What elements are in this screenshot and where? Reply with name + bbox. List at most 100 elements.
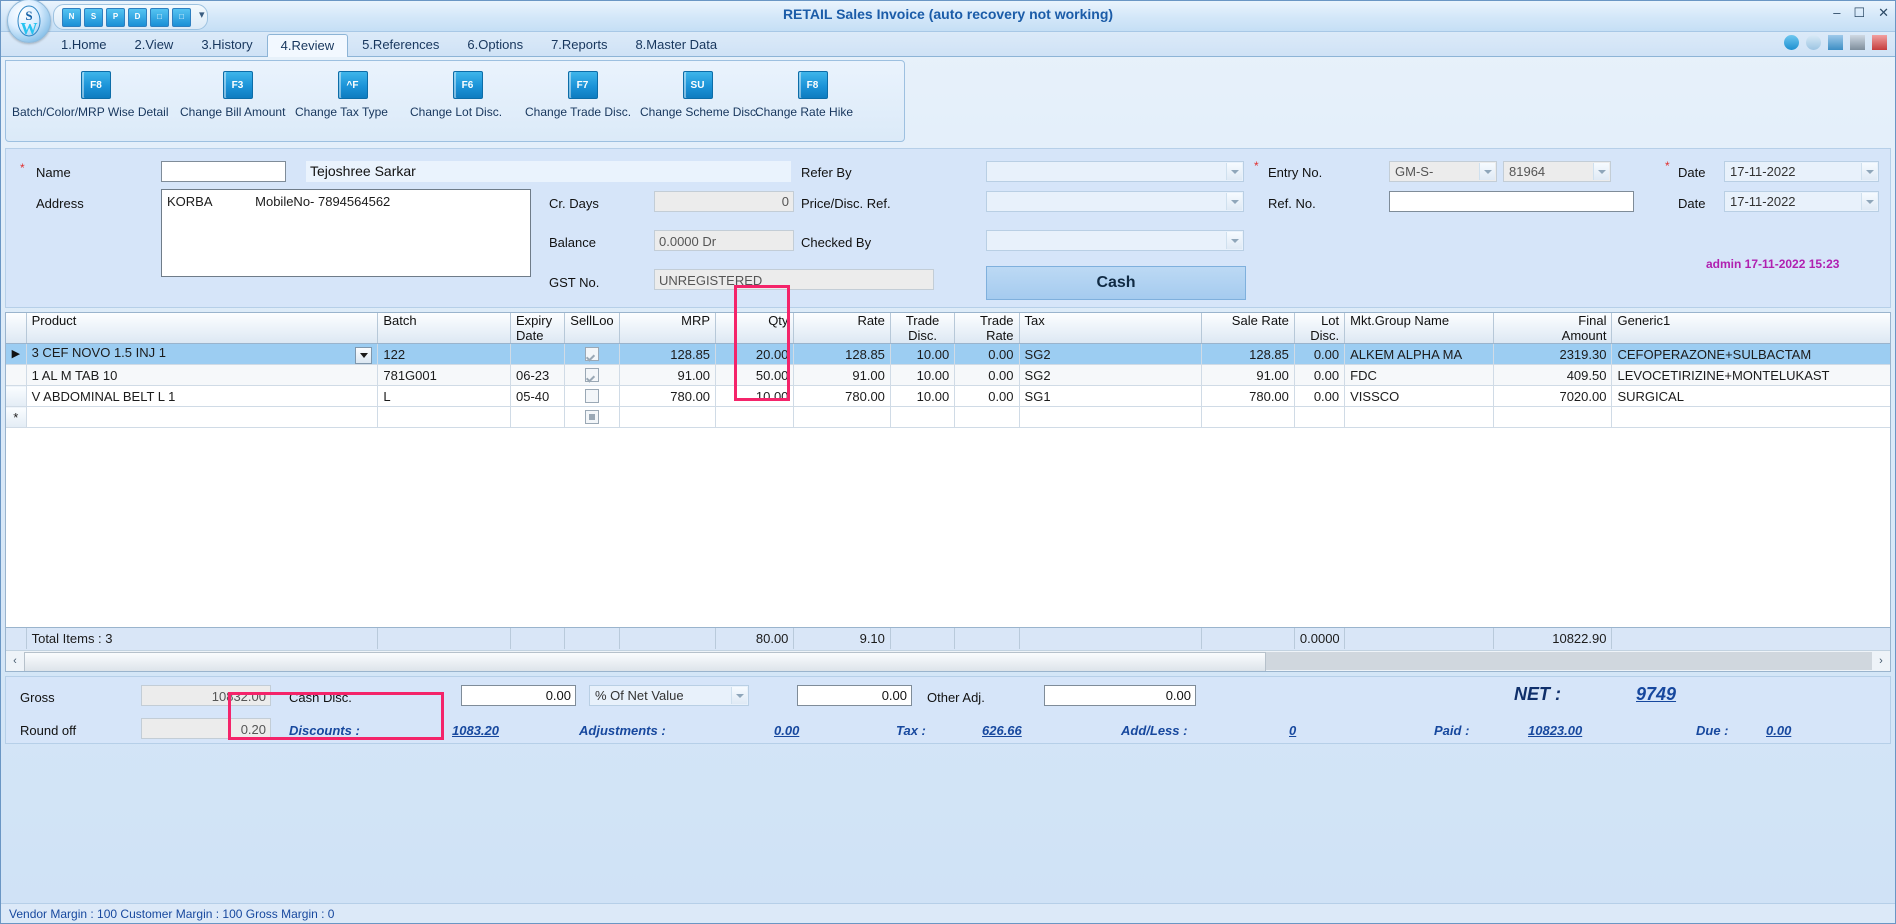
- grid-col-final-amount[interactable]: Final Amount: [1493, 313, 1613, 344]
- cell-tax[interactable]: SG2: [1019, 364, 1203, 386]
- chevron-down-icon[interactable]: [1479, 163, 1495, 180]
- entry-no-value-combo[interactable]: 81964: [1503, 161, 1611, 182]
- printer-icon[interactable]: [1850, 35, 1865, 50]
- help-icon[interactable]: [1784, 35, 1799, 50]
- cell-rate[interactable]: 91.00: [793, 364, 891, 386]
- scroll-left-icon[interactable]: ‹: [6, 655, 24, 667]
- cell-trade-disc[interactable]: 10.00: [890, 343, 956, 365]
- minimize-button[interactable]: –: [1833, 5, 1840, 21]
- close-button[interactable]: ✕: [1878, 5, 1889, 21]
- grid-col-sale-rate[interactable]: Sale Rate: [1201, 313, 1295, 344]
- cell-expiry[interactable]: [510, 343, 566, 365]
- other-adj-input[interactable]: [1044, 685, 1196, 706]
- cell-qty[interactable]: 10.00: [715, 385, 795, 407]
- cell-generic1-new[interactable]: [1611, 406, 1890, 428]
- add-less-value[interactable]: 0: [1289, 723, 1296, 738]
- cell-final-amount[interactable]: 2319.30: [1493, 343, 1613, 365]
- cell-trade-rate[interactable]: 0.00: [954, 343, 1020, 365]
- maximize-button[interactable]: ☐: [1853, 5, 1865, 21]
- cell-tax[interactable]: SG2: [1019, 343, 1203, 365]
- cell-sellloose[interactable]: [564, 364, 620, 386]
- cash-disc-amount-input[interactable]: [797, 685, 912, 706]
- cell-trade-rate-new[interactable]: [954, 406, 1020, 428]
- cell-sale-rate-new[interactable]: [1201, 406, 1295, 428]
- refer-by-combo[interactable]: [986, 161, 1244, 182]
- ribbon-button-change-lot-disc[interactable]: F6 Change Lot Disc.: [410, 71, 525, 119]
- grid-col-lot-disc[interactable]: Lot Disc.: [1294, 313, 1346, 344]
- cell-mkt-group[interactable]: ALKEM ALPHA MA: [1344, 343, 1494, 365]
- grid-col-mkt-group-name[interactable]: Mkt.Group Name: [1344, 313, 1494, 344]
- adjustments-value[interactable]: 0.00: [774, 723, 799, 738]
- address-textarea[interactable]: KORBA MobileNo- 7894564562: [161, 189, 531, 277]
- cell-qty[interactable]: 50.00: [715, 364, 795, 386]
- cell-trade-rate[interactable]: 0.00: [954, 364, 1020, 386]
- table-row[interactable]: ▶ 3 CEF NOVO 1.5 INJ 1 122 128.85 20.00 …: [6, 343, 1890, 365]
- tax-value[interactable]: 626.66: [982, 723, 1022, 738]
- grid-col-trade-rate[interactable]: Trade Rate: [954, 313, 1020, 344]
- checked-by-combo[interactable]: [986, 230, 1244, 251]
- ribbon-button-change-scheme-disc[interactable]: SU Change Scheme Disc.: [640, 71, 759, 119]
- chevron-down-icon[interactable]: [1861, 163, 1877, 180]
- chevron-down-icon[interactable]: [1226, 163, 1242, 180]
- save-icon[interactable]: [1828, 35, 1843, 50]
- cell-mrp-new[interactable]: [619, 406, 717, 428]
- cell-mrp[interactable]: 91.00: [619, 364, 717, 386]
- cell-final-amount[interactable]: 7020.00: [1493, 385, 1613, 407]
- cell-tax-new[interactable]: [1019, 406, 1203, 428]
- ribbon-button-change-bill-amount[interactable]: F3 Change Bill Amount: [180, 71, 295, 119]
- cell-mrp[interactable]: 128.85: [619, 343, 717, 365]
- ref-no-input[interactable]: [1389, 191, 1634, 212]
- cell-lot-disc-new[interactable]: [1294, 406, 1346, 428]
- cell-trade-disc[interactable]: 10.00: [890, 385, 956, 407]
- cell-trade-disc[interactable]: 10.00: [890, 364, 956, 386]
- tab-review[interactable]: 4.Review: [266, 34, 349, 57]
- cash-button[interactable]: Cash: [986, 266, 1246, 300]
- cell-batch[interactable]: 781G001: [377, 364, 512, 386]
- table-row[interactable]: V ABDOMINAL BELT L 1 L 05-40 780.00 10.0…: [6, 385, 1890, 407]
- ribbon-button-change-rate-hike[interactable]: F8 Change Rate Hike: [755, 71, 870, 119]
- cell-trade-disc-new[interactable]: [890, 406, 956, 428]
- cell-expiry-new[interactable]: [510, 406, 566, 428]
- sellloose-checkbox[interactable]: [584, 367, 599, 382]
- cell-rate[interactable]: 780.00: [793, 385, 891, 407]
- cell-final-amount-new[interactable]: [1493, 406, 1613, 428]
- cell-mkt-group[interactable]: VISSCO: [1344, 385, 1494, 407]
- tab-reports[interactable]: 7.Reports: [537, 33, 621, 56]
- cell-mkt-group[interactable]: FDC: [1344, 364, 1494, 386]
- cell-product[interactable]: 1 AL M TAB 10: [26, 364, 379, 386]
- grid-horizontal-scrollbar[interactable]: ‹ ›: [6, 650, 1890, 671]
- cell-expiry[interactable]: 05-40: [510, 385, 566, 407]
- date-picker-1[interactable]: 17-11-2022: [1724, 161, 1879, 182]
- cell-lot-disc[interactable]: 0.00: [1294, 364, 1346, 386]
- grid-col-expiry-date[interactable]: Expiry Date: [510, 313, 566, 344]
- cell-batch[interactable]: 122: [377, 343, 512, 365]
- grid-col-qty[interactable]: Qty: [715, 313, 795, 344]
- grid-col-trade-disc[interactable]: Trade Disc.: [890, 313, 956, 344]
- cell-final-amount[interactable]: 409.50: [1493, 364, 1613, 386]
- cell-lot-disc[interactable]: 0.00: [1294, 343, 1346, 365]
- tab-home[interactable]: 1.Home: [47, 33, 121, 56]
- sellloose-checkbox[interactable]: [584, 388, 599, 403]
- info-icon[interactable]: [1806, 35, 1821, 50]
- name-input[interactable]: [161, 161, 286, 182]
- exit-icon[interactable]: [1872, 35, 1887, 50]
- cell-tax[interactable]: SG1: [1019, 385, 1203, 407]
- tab-master-data[interactable]: 8.Master Data: [621, 33, 731, 56]
- cell-lot-disc[interactable]: 0.00: [1294, 385, 1346, 407]
- invoice-line-items-grid[interactable]: Product Batch Expiry Date SellLoo MRP Qt…: [5, 312, 1891, 672]
- grid-col-generic1[interactable]: Generic1: [1611, 313, 1890, 344]
- product-dropdown-icon[interactable]: [355, 346, 373, 364]
- cell-sellloose[interactable]: [564, 343, 620, 365]
- tab-view[interactable]: 2.View: [121, 33, 188, 56]
- cell-sale-rate[interactable]: 91.00: [1201, 364, 1295, 386]
- cell-qty[interactable]: 20.00: [715, 343, 795, 365]
- chevron-down-icon[interactable]: [1226, 232, 1242, 249]
- date-picker-2[interactable]: 17-11-2022: [1724, 191, 1879, 212]
- net-value[interactable]: 9749: [1636, 684, 1676, 705]
- grid-col-mrp[interactable]: MRP: [619, 313, 717, 344]
- chevron-down-icon[interactable]: [1226, 193, 1242, 210]
- cell-generic1[interactable]: SURGICAL: [1611, 385, 1890, 407]
- cell-batch[interactable]: L: [377, 385, 512, 407]
- table-row[interactable]: 1 AL M TAB 10 781G001 06-23 91.00 50.00 …: [6, 364, 1890, 386]
- chevron-down-icon[interactable]: [1593, 163, 1609, 180]
